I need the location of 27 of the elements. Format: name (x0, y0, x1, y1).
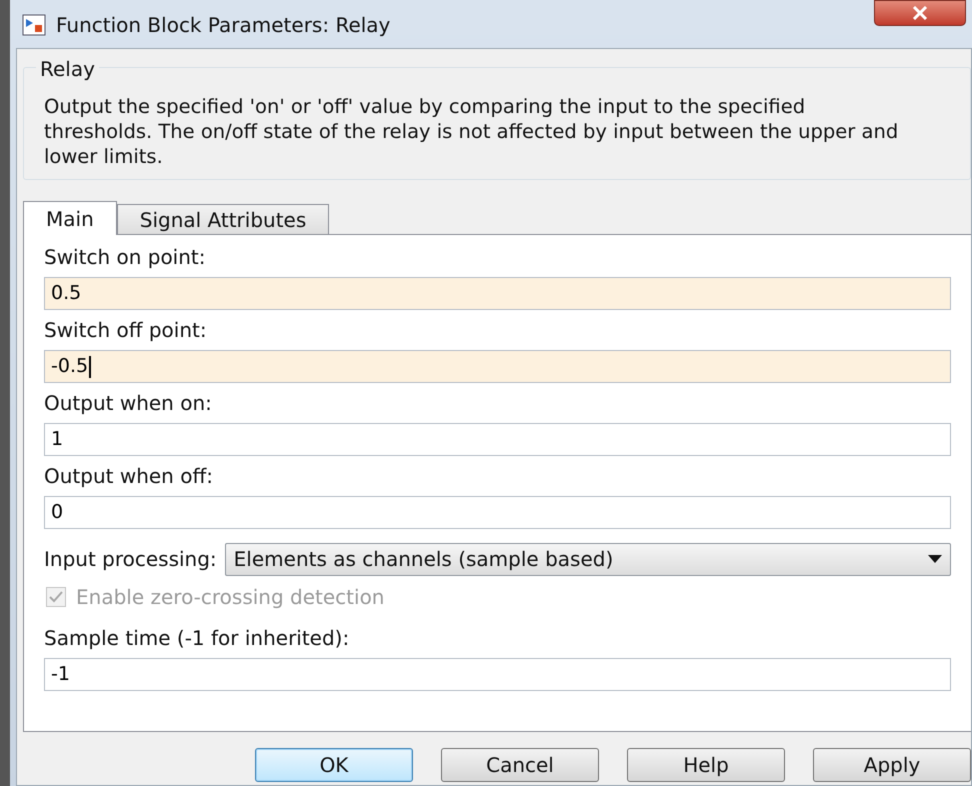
checkbox-label: Enable zero-crossing detection (76, 584, 384, 611)
input-field[interactable]: -1 (44, 658, 951, 691)
field-label: Input processing: (44, 546, 217, 573)
checkmark-icon (49, 591, 63, 603)
close-icon (912, 6, 928, 20)
field-label: Output when off: (44, 463, 214, 490)
dropdown[interactable]: Elements as channels (sample based) (224, 542, 951, 576)
input-field[interactable]: 1 (44, 423, 951, 456)
field-label: Sample time (-1 for inherited): (44, 625, 350, 652)
field-label: Switch off point: (44, 317, 208, 344)
input-field[interactable]: 0 (44, 496, 951, 529)
description-text: Output the specified 'on' or 'off' value by comparing the input to the specified thresholds. The on/off state of the relay is not affected by input between the upper and lower limits. (44, 94, 900, 169)
dialog-button[interactable]: Apply (813, 748, 971, 782)
tab[interactable]: Main (23, 201, 117, 235)
field-label: Output when on: (44, 390, 213, 417)
text-cursor (89, 356, 92, 378)
input-field[interactable]: 0.5 (44, 277, 951, 310)
dropdown-arrow-icon (928, 555, 942, 563)
field-label: Switch on point: (44, 244, 206, 271)
dialog-button[interactable]: OK (255, 748, 413, 782)
dialog-button[interactable]: Help (627, 748, 785, 782)
window-title: Function Block Parameters: Relay (56, 12, 392, 39)
input-field[interactable]: -0.5 (44, 350, 951, 383)
close-button[interactable] (874, 0, 966, 26)
dialog-button[interactable]: Cancel (441, 748, 599, 782)
tab[interactable]: Signal Attributes (116, 204, 330, 234)
block-icon (22, 14, 46, 36)
